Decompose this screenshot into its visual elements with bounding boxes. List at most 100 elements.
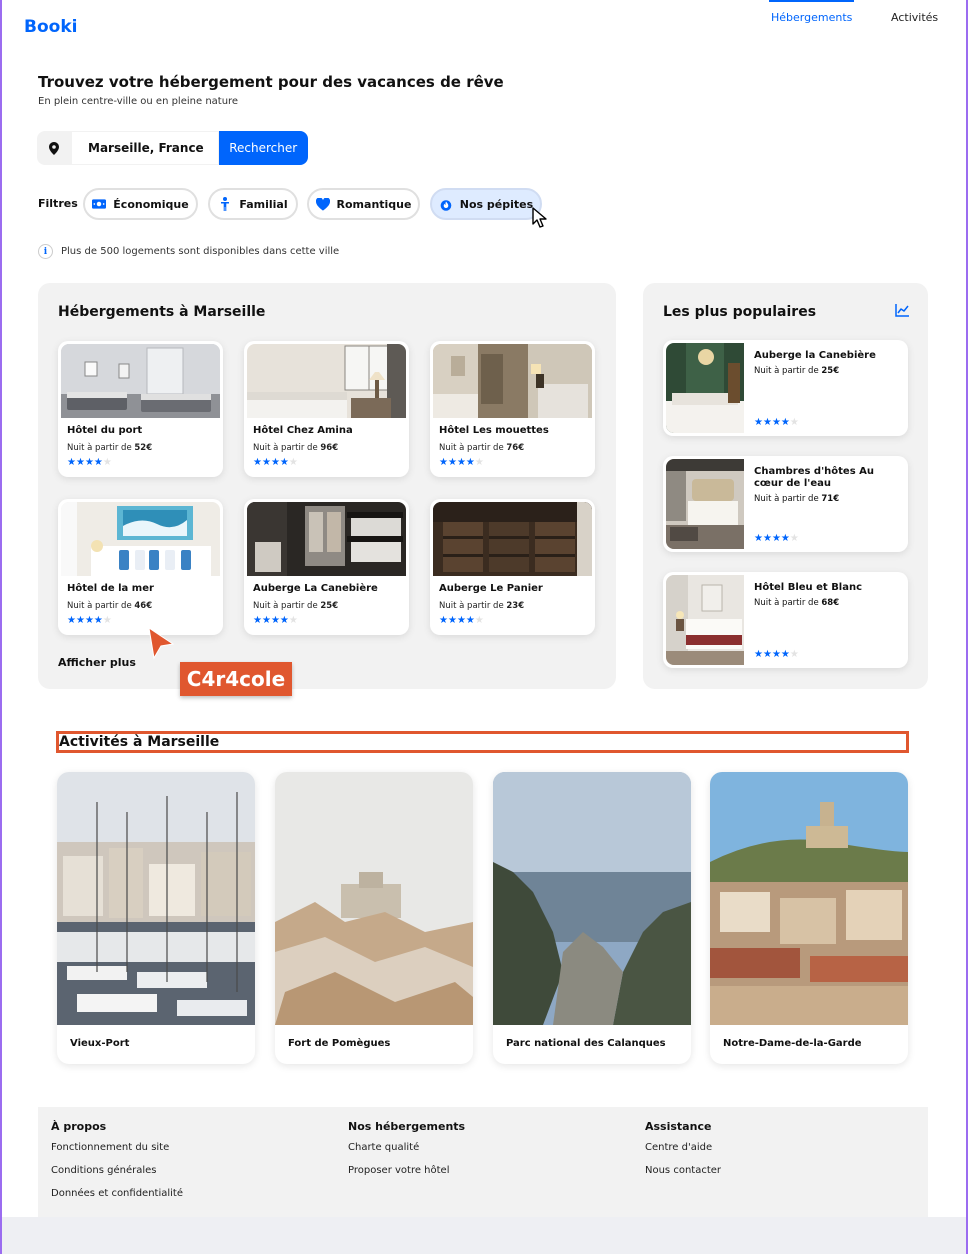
- hotel-image: [61, 344, 220, 418]
- footer: À propos Fonctionnement du site Conditio…: [38, 1107, 928, 1217]
- star-empty-icon: ★: [102, 457, 112, 468]
- star-filled-icon: ★: [762, 417, 772, 428]
- search-button[interactable]: Rechercher: [218, 131, 308, 165]
- footer-column-hebergements: Nos hébergements Charte qualité Proposer…: [348, 1120, 465, 1188]
- rating-stars: ★★★★★: [67, 616, 112, 626]
- hotel-name: Hôtel du port: [67, 425, 143, 436]
- star-filled-icon: ★: [279, 457, 289, 468]
- popular-price: Nuit à partir de 25€: [754, 366, 840, 376]
- star-filled-icon: ★: [754, 533, 763, 544]
- star-filled-icon: ★: [75, 457, 85, 468]
- star-filled-icon: ★: [771, 417, 781, 428]
- activity-image: [275, 772, 473, 1025]
- footer-link[interactable]: Conditions générales: [51, 1165, 183, 1188]
- star-filled-icon: ★: [762, 533, 772, 544]
- search-input[interactable]: Marseille, France: [71, 131, 219, 165]
- hotel-name: Hôtel Les mouettes: [439, 425, 549, 436]
- filter-nos-pepites[interactable]: Nos pépites: [430, 188, 542, 220]
- star-filled-icon: ★: [771, 649, 781, 660]
- show-more-link[interactable]: Afficher plus: [58, 656, 136, 669]
- filter-romantique[interactable]: Romantique: [307, 188, 420, 220]
- rating-stars: ★★★★★: [253, 616, 298, 626]
- star-filled-icon: ★: [762, 649, 772, 660]
- star-filled-icon: ★: [780, 533, 790, 544]
- filter-familial[interactable]: Familial: [208, 188, 298, 220]
- hotel-image: [666, 459, 744, 549]
- star-filled-icon: ★: [456, 457, 466, 468]
- footer-link[interactable]: Fonctionnement du site: [51, 1142, 183, 1165]
- star-filled-icon: ★: [439, 615, 448, 626]
- hotel-card[interactable]: Hôtel de la mer Nuit à partir de 46€ ★★★…: [58, 499, 223, 635]
- footer-link[interactable]: Centre d'aide: [645, 1142, 721, 1165]
- hotel-image: [247, 344, 406, 418]
- hero-title: Trouvez votre hébergement pour des vacan…: [38, 73, 504, 91]
- activity-card[interactable]: Parc national des Calanques: [493, 772, 691, 1064]
- popular-name: Auberge la Canebière: [754, 350, 876, 361]
- star-filled-icon: ★: [75, 615, 85, 626]
- star-filled-icon: ★: [447, 457, 457, 468]
- money-icon: [92, 197, 107, 211]
- activity-image: [57, 772, 255, 1025]
- rating-stars: ★★★★★: [439, 616, 484, 626]
- hotel-image: [666, 575, 744, 665]
- star-empty-icon: ★: [789, 417, 799, 428]
- filter-label: Nos pépites: [459, 197, 534, 211]
- star-filled-icon: ★: [465, 457, 475, 468]
- nav-hebergements[interactable]: Hébergements: [768, 0, 855, 24]
- person-icon: [218, 197, 232, 211]
- hotel-card[interactable]: Hôtel Les mouettes Nuit à partir de 76€ …: [430, 341, 595, 477]
- footer-link[interactable]: Proposer votre hôtel: [348, 1165, 465, 1188]
- star-empty-icon: ★: [474, 615, 484, 626]
- footer-link[interactable]: Données et confidentialité: [51, 1188, 183, 1211]
- page-bottom-area: [2, 1217, 966, 1254]
- info-text: Plus de 500 logements sont disponibles d…: [61, 246, 340, 257]
- star-empty-icon: ★: [789, 649, 799, 660]
- star-filled-icon: ★: [456, 615, 466, 626]
- popular-card[interactable]: Chambres d'hôtes Au cœur de l'eau Nuit à…: [663, 456, 908, 552]
- popular-card[interactable]: Hôtel Bleu et Blanc Nuit à partir de 68€…: [663, 572, 908, 668]
- footer-column-apropos: À propos Fonctionnement du site Conditio…: [51, 1120, 183, 1211]
- filter-label: Familial: [239, 197, 288, 211]
- star-filled-icon: ★: [270, 615, 280, 626]
- hotel-price: Nuit à partir de 25€: [253, 601, 339, 611]
- star-empty-icon: ★: [288, 615, 298, 626]
- mouse-cursor-icon: [532, 207, 547, 228]
- nav-activites[interactable]: Activités: [891, 11, 938, 24]
- hero-subtitle: En plein centre-ville ou en pleine natur…: [38, 96, 239, 107]
- footer-title: À propos: [51, 1120, 107, 1133]
- hotel-name: Auberge Le Panier: [439, 583, 543, 594]
- activity-name: Fort de Pomègues: [288, 1038, 391, 1049]
- activity-card[interactable]: Notre-Dame-de-la-Garde: [710, 772, 908, 1064]
- star-empty-icon: ★: [474, 457, 484, 468]
- star-filled-icon: ★: [439, 457, 448, 468]
- hotel-card[interactable]: Auberge Le Panier Nuit à partir de 23€ ★…: [430, 499, 595, 635]
- footer-link[interactable]: Charte qualité: [348, 1142, 465, 1165]
- popular-card[interactable]: Auberge la Canebière Nuit à partir de 25…: [663, 340, 908, 436]
- activity-name: Notre-Dame-de-la-Garde: [723, 1038, 862, 1049]
- hebergements-panel: Hébergements à Marseille Hôtel du port N…: [38, 283, 616, 689]
- hotel-image: [247, 502, 406, 576]
- info-message: i Plus de 500 logements sont disponibles…: [38, 244, 339, 259]
- hotel-image: [433, 344, 592, 418]
- star-filled-icon: ★: [279, 615, 289, 626]
- star-filled-icon: ★: [93, 615, 103, 626]
- rating-stars: ★★★★★: [67, 458, 112, 468]
- star-empty-icon: ★: [288, 457, 298, 468]
- hotel-card[interactable]: Hôtel Chez Amina Nuit à partir de 96€ ★★…: [244, 341, 409, 477]
- rating-stars: ★★★★★: [754, 650, 799, 660]
- heart-icon: [315, 197, 330, 211]
- filter-label: Romantique: [336, 197, 412, 211]
- rating-stars: ★★★★★: [253, 458, 298, 468]
- star-empty-icon: ★: [789, 533, 799, 544]
- hotel-card[interactable]: Hôtel du port Nuit à partir de 52€ ★★★★★: [58, 341, 223, 477]
- hotel-price: Nuit à partir de 23€: [439, 601, 525, 611]
- footer-title: Nos hébergements: [348, 1120, 466, 1133]
- hotel-image: [433, 502, 592, 576]
- filter-economique[interactable]: Économique: [83, 188, 198, 220]
- footer-link[interactable]: Nous contacter: [645, 1165, 721, 1188]
- hotel-name: Auberge La Canebière: [253, 583, 378, 594]
- activity-card[interactable]: Vieux-Port: [57, 772, 255, 1064]
- activity-card[interactable]: Fort de Pomègues: [275, 772, 473, 1064]
- booki-logo[interactable]: Booki: [24, 17, 77, 37]
- hotel-card[interactable]: Auberge La Canebière Nuit à partir de 25…: [244, 499, 409, 635]
